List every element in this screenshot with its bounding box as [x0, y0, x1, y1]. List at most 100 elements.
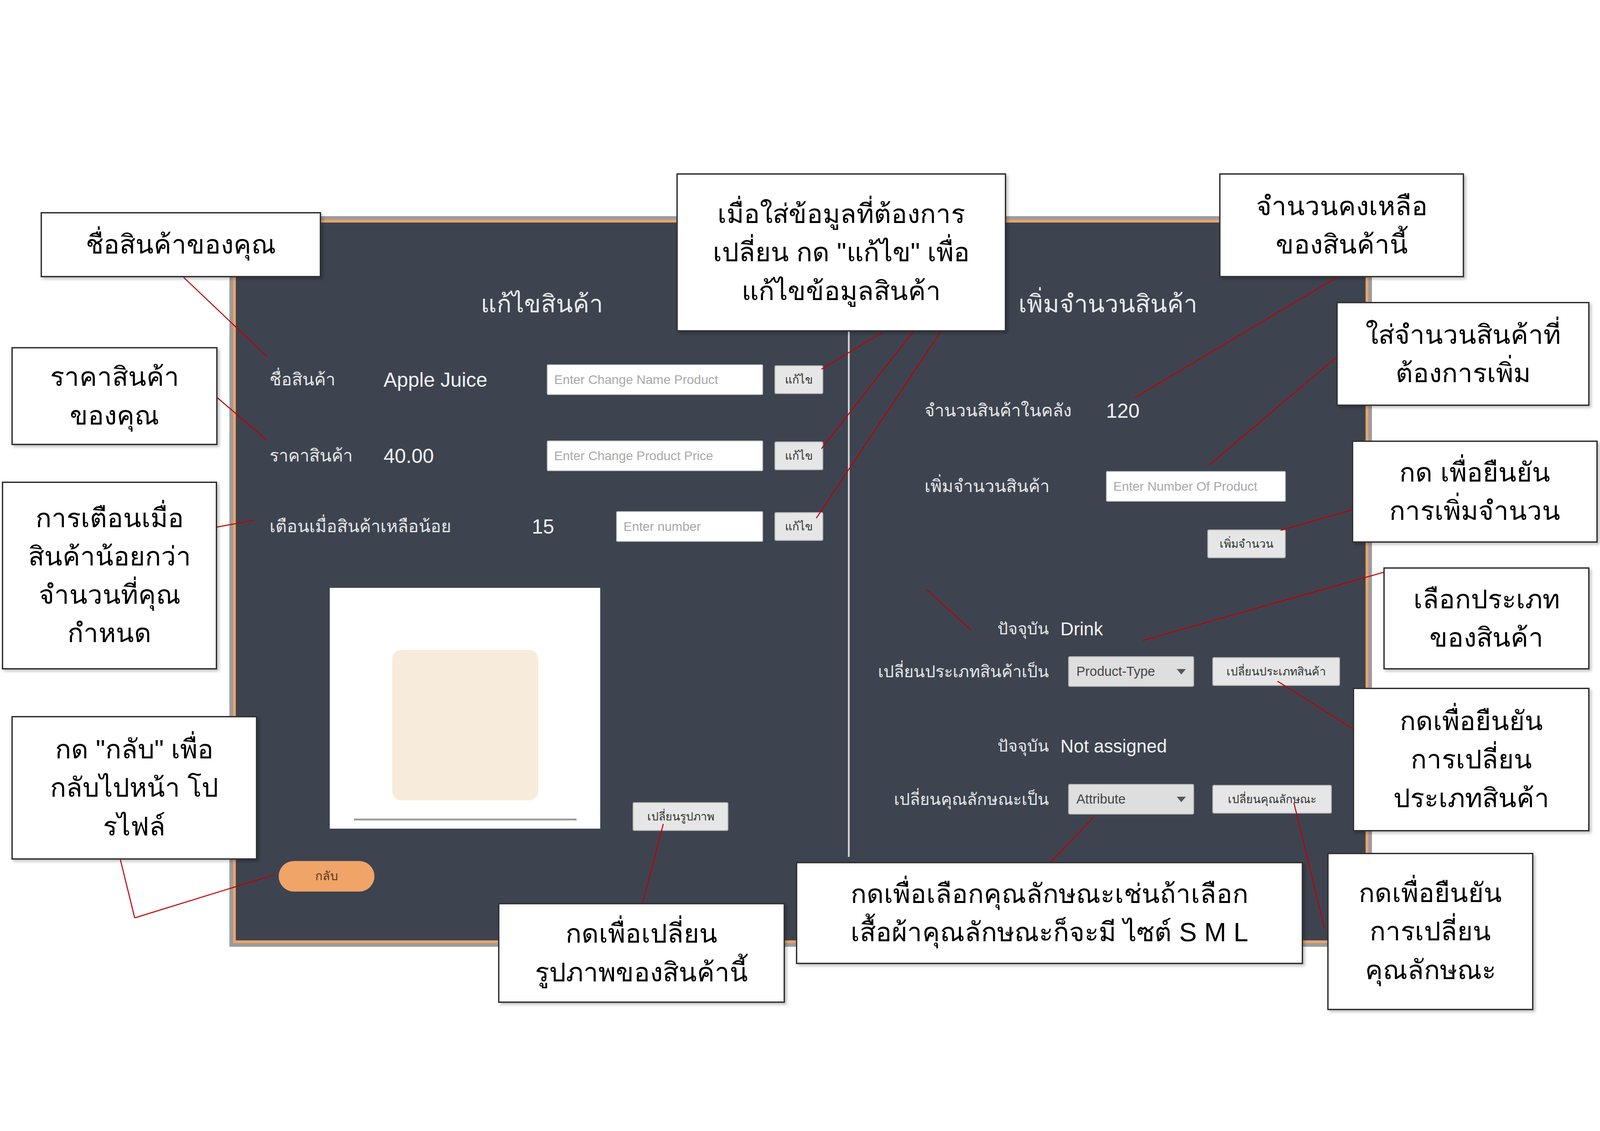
callout-line: จำนวนที่คุณ: [38, 575, 181, 614]
callout-line: เมื่อใส่ข้อมูลที่ต้องการ: [717, 194, 966, 234]
input-placeholder: Enter Change Product Price: [554, 446, 714, 466]
field-row: เตือนเมื่อสินค้าเหลือน้อย15 Enter number แ…: [235, 511, 848, 542]
leader-line: [1280, 509, 1353, 531]
leader-line: [816, 331, 941, 519]
callout-line: การเปลี่ยน: [1410, 740, 1533, 779]
text-input[interactable]: Enter Number Of Product: [1106, 471, 1286, 502]
field-row: ชื่อสินค้าApple Juice Enter Change Name P…: [235, 364, 848, 395]
callout-line: การเพิ่มจำนวน: [1389, 491, 1561, 530]
callout-line: รไฟล์: [103, 807, 166, 846]
callout-line: การเตือนเมื่อ: [35, 498, 184, 538]
callout-line: กด "กลับ" เพื่อ: [55, 730, 214, 769]
product-image: [329, 587, 601, 829]
leader-line: [120, 859, 135, 918]
callout-line: กลับไปหน้า โป: [50, 768, 219, 807]
text-input[interactable]: Enter number: [616, 511, 764, 542]
callout-line: เลือกประเภท: [1413, 580, 1560, 619]
input-placeholder: Enter Number Of Product: [1113, 477, 1258, 497]
text-input[interactable]: Enter Change Name Product: [546, 364, 764, 395]
callout-line: การเปลี่ยน: [1369, 912, 1491, 951]
callout-line: เสื้อผ้าคุณลักษณะก็จะมี ไซต์ S M L: [850, 913, 1249, 952]
field-row: ราคาสินค้า40.00 Enter Change Product Pric…: [235, 440, 848, 472]
callout: กด เพื่อยืนยันการเพิ่มจำนวน: [1351, 440, 1598, 543]
back-button[interactable]: กลับ: [278, 861, 375, 892]
current-row: ปัจจุบันDrink: [849, 613, 1366, 645]
dropdown[interactable]: Attribute: [1068, 784, 1195, 815]
callout-line: ประเภทสินค้า: [1393, 779, 1550, 818]
field-label: ราคาสินค้า: [269, 442, 384, 469]
callout: เมื่อใส่ข้อมูลที่ต้องการเปลี่ยน กด "แก้ไ…: [676, 173, 1007, 332]
field-value: 40.00: [383, 441, 547, 472]
field-value: 15: [531, 511, 617, 542]
callout: จำนวนคงเหลือของสินค้านี้: [1219, 173, 1465, 278]
divider: [847, 331, 850, 858]
callout-line: ราคาสินค้า: [50, 357, 180, 396]
input-placeholder: Enter Change Name Product: [554, 370, 719, 390]
current-value: Drink: [1060, 615, 1103, 643]
callout-line: กำหนด: [67, 613, 152, 653]
leader-line: [821, 331, 914, 449]
callout: กดเพื่อยืนยันการเปลี่ยนประเภทสินค้า: [1352, 687, 1590, 832]
leader-line: [1277, 681, 1356, 731]
callout-line: กดเพื่อเปลี่ยน: [565, 914, 718, 953]
product-photo: [392, 649, 539, 801]
leader-line: [183, 277, 268, 357]
small-button[interactable]: เปลี่ยนคุณลักษณะ: [1212, 784, 1332, 814]
callout: กดเพื่อยืนยันการเปลี่ยนคุณลักษณะ: [1327, 852, 1534, 1011]
small-button[interactable]: แก้ไข: [774, 365, 824, 395]
dropdown-arrow-icon: [1176, 796, 1186, 803]
callout: การเตือนเมื่อสินค้าน้อยกว่าจำนวนที่คุณกำ…: [1, 481, 218, 670]
callout: กด "กลับ" เพื่อกลับไปหน้า โปรไฟล์: [11, 716, 258, 860]
callout-line: รูปภาพของสินค้านี้: [535, 953, 749, 992]
dropdown-arrow-icon: [1176, 669, 1186, 675]
current-value: Not assigned: [1060, 732, 1167, 760]
callout-line: เปลี่ยน กด "แก้ไข" เพื่อ: [712, 233, 971, 272]
text-input[interactable]: Enter Change Product Price: [546, 440, 764, 472]
callout-line: กด เพื่อยืนยัน: [1399, 453, 1550, 492]
callout-line: จำนวนคงเหลือ: [1256, 187, 1428, 226]
current-row: ปัจจุบันNot assigned: [849, 730, 1366, 762]
callout: ราคาสินค้าของคุณ: [11, 347, 218, 446]
small-button[interactable]: เพิ่มจำนวน: [1207, 529, 1286, 559]
field-label: เตือนเมื่อสินค้าเหลือน้อย: [269, 513, 532, 540]
leader-line: [134, 875, 274, 919]
callout-line: กดเพื่อยืนยัน: [1399, 701, 1543, 741]
leader-line: [1134, 277, 1337, 398]
callout-line: แก้ไขข้อมูลสินค้า: [741, 271, 941, 311]
callout-line: ของสินค้า: [1429, 618, 1544, 657]
stock-row: จำนวนสินค้าในคลัง120: [849, 395, 1366, 426]
callout-line: ชื่อสินค้าของคุณ: [85, 225, 276, 264]
field-value: Apple Juice: [383, 364, 547, 395]
dropdown[interactable]: Product-Type: [1068, 656, 1195, 687]
leader-line: [1050, 815, 1095, 863]
small-button[interactable]: เปลี่ยนประเภทสินค้า: [1212, 657, 1341, 686]
callout-line: ของสินค้านี้: [1275, 225, 1408, 264]
callout: ใส่จำนวนสินค้าที่ต้องการเพิ่ม: [1336, 301, 1590, 406]
callout-line: ต้องการเพิ่ม: [1395, 353, 1531, 393]
add-row: เพิ่มจำนวนสินค้าEnter Number Of Product: [849, 471, 1366, 502]
selector-row: เปลี่ยนคุณลักษณะเป็นAttributeเปลี่ยนคุณล…: [849, 784, 1366, 815]
leader-line: [1209, 357, 1337, 466]
callout-line: ของคุณ: [69, 396, 160, 435]
stock-value: 120: [1106, 395, 1140, 426]
input-placeholder: Enter number: [623, 517, 702, 537]
leader-line: [217, 397, 268, 441]
leader-line: [926, 589, 972, 631]
selector-row: เปลี่ยนประเภทสินค้าเป็นProduct-Typeเปลี่…: [849, 656, 1366, 687]
callout-line: ใส่จำนวนสินค้าที่: [1365, 315, 1561, 354]
field-label: ชื่อสินค้า: [269, 366, 384, 393]
leader-line: [821, 331, 884, 370]
callout: ชื่อสินค้าของคุณ: [40, 212, 322, 278]
callout-line: สินค้าน้อยกว่า: [28, 537, 192, 576]
annotated-screenshot: แก้ไขสินค้าชื่อสินค้าApple JuiceEnter Ch…: [0, 0, 1600, 1131]
small-button[interactable]: แก้ไข: [774, 512, 824, 541]
callout-line: คุณลักษณะ: [1365, 950, 1497, 990]
callout: กดเพื่อเลือกคุณลักษณะเช่นถ้าเลือกเสื้อผ้…: [795, 862, 1304, 965]
callout: เลือกประเภทของสินค้า: [1383, 567, 1590, 670]
small-button[interactable]: แก้ไข: [774, 441, 824, 471]
leader-line: [1142, 571, 1388, 641]
callout-line: กดเพื่อเลือกคุณลักษณะเช่นถ้าเลือก: [850, 874, 1249, 914]
leader-line: [642, 824, 664, 903]
small-button[interactable]: เปลี่ยนรูปภาพ: [632, 802, 729, 832]
callout-line: กดเพื่อยืนยัน: [1358, 873, 1502, 913]
